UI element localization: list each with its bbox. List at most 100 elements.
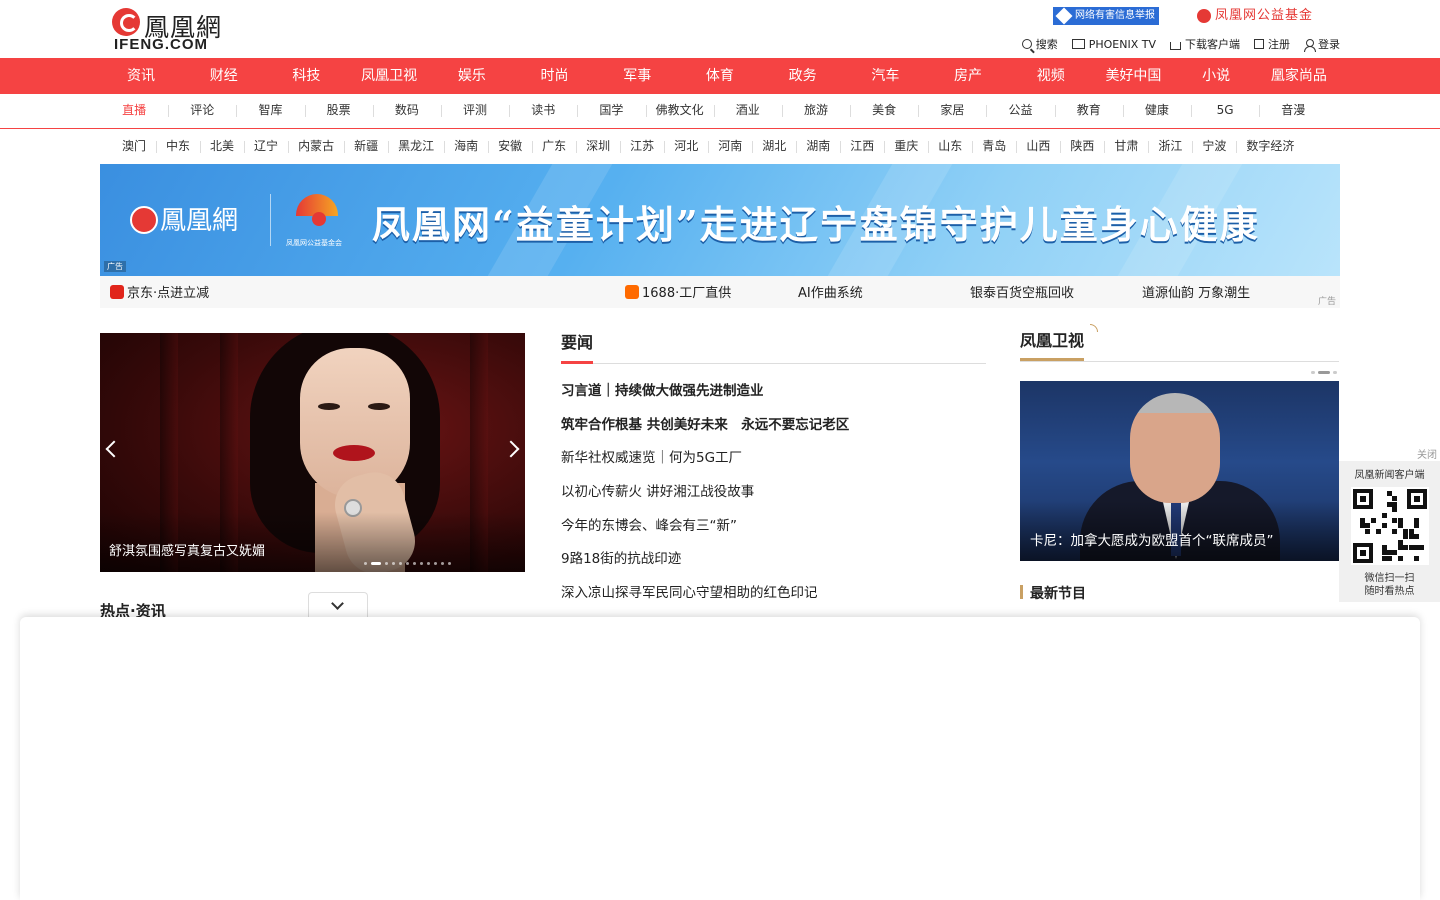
main-nav-item[interactable]: 娱乐 <box>431 58 513 95</box>
region-link[interactable]: 安徽 <box>488 130 532 162</box>
sub-nav-item[interactable]: 健康 <box>1122 94 1191 127</box>
download-client-link[interactable]: 下载客户端 <box>1170 36 1240 52</box>
harmful-info-report-link[interactable]: 网络有害信息举报 <box>1053 7 1159 25</box>
sub-nav-item[interactable]: 教育 <box>1054 94 1123 127</box>
region-link[interactable]: 甘肃 <box>1104 130 1148 162</box>
sub-nav-item[interactable]: 家居 <box>918 94 986 127</box>
headline-item[interactable]: 9路18街的抗战印迹 <box>561 548 986 582</box>
site-logo[interactable]: 鳳凰網 IFENG.COM <box>112 8 242 54</box>
sub-nav-item[interactable]: 旅游 <box>781 94 850 127</box>
slider-dot[interactable] <box>385 562 388 565</box>
headline-item[interactable]: 以初心传薪火 讲好湘江战役故事 <box>561 481 986 515</box>
main-nav-item[interactable]: 美好中国 <box>1092 58 1174 95</box>
region-link[interactable]: 新疆 <box>344 130 388 162</box>
slider-dot[interactable] <box>399 562 402 565</box>
main-nav-item[interactable]: 视频 <box>1010 58 1092 95</box>
headline-item[interactable]: 筑牢合作根基 共创美好未来 永远不要忘记老区 <box>561 414 986 448</box>
slider-dot-active[interactable] <box>371 562 381 565</box>
main-nav-item[interactable]: 凰家尚品 <box>1258 58 1340 95</box>
region-link[interactable]: 陕西 <box>1060 130 1104 162</box>
region-link[interactable]: 北美 <box>200 130 244 162</box>
banner-ad[interactable]: 鳳凰網 凤凰网公益基金会 凤凰网“益童计划”走进辽宁盘锦守护儿童身心健康 广告 <box>100 164 1340 276</box>
headline-item[interactable]: 新华社权威速览｜何为5G工厂 <box>561 447 986 481</box>
sub-nav-item[interactable]: 数码 <box>372 94 441 127</box>
sub-nav-item[interactable]: 音漫 <box>1259 94 1327 127</box>
sub-nav-item[interactable]: 读书 <box>509 94 577 127</box>
main-nav-item[interactable]: 凤凰卫视 <box>348 58 430 95</box>
main-nav-item[interactable]: 政务 <box>762 58 844 95</box>
main-nav-item[interactable]: 小说 <box>1175 58 1257 95</box>
sub-nav-item[interactable]: 佛教文化 <box>645 94 714 127</box>
region-link[interactable]: 江西 <box>840 130 884 162</box>
main-nav-item[interactable]: 资讯 <box>100 58 182 95</box>
slider-dot[interactable] <box>420 562 423 565</box>
main-nav-item[interactable]: 时尚 <box>514 58 596 95</box>
region-link[interactable]: 辽宁 <box>244 130 288 162</box>
sub-nav-item[interactable]: 智库 <box>236 94 304 127</box>
sub-nav-item-live[interactable]: 直播 <box>100 94 168 127</box>
main-nav-item[interactable]: 军事 <box>596 58 678 95</box>
region-link[interactable]: 海南 <box>444 130 488 162</box>
ad-link-1688[interactable]: 1688·工厂直供 <box>625 282 731 301</box>
photo-slider[interactable]: 舒淇氛围感写真复古又妩媚 <box>100 333 525 572</box>
sub-nav-item[interactable]: 股票 <box>304 94 373 127</box>
region-link[interactable]: 中东 <box>156 130 200 162</box>
sub-nav-item[interactable]: 美食 <box>850 94 918 127</box>
register-link[interactable]: 注册 <box>1254 36 1290 52</box>
ad-link-ai-music[interactable]: AI作曲系统 <box>798 282 863 301</box>
sub-nav-item[interactable]: 评论 <box>168 94 236 127</box>
foundation-link[interactable]: 凤凰网公益基金 <box>1197 6 1313 26</box>
login-link[interactable]: 登录 <box>1304 36 1340 52</box>
slider-dot[interactable] <box>434 562 437 565</box>
region-link[interactable]: 湖北 <box>752 130 796 162</box>
ad-link-daoyuan[interactable]: 道源仙韵 万象潮生 <box>1142 282 1250 301</box>
slider-dot[interactable] <box>413 562 416 565</box>
region-link[interactable]: 湖南 <box>796 130 840 162</box>
sub-nav-item[interactable]: 公益 <box>986 94 1054 127</box>
region-link[interactable]: 山西 <box>1016 130 1060 162</box>
region-link[interactable]: 深圳 <box>576 130 620 162</box>
slider-dot[interactable] <box>392 562 395 565</box>
tv-page-dot[interactable] <box>1311 371 1315 374</box>
region-link[interactable]: 重庆 <box>884 130 928 162</box>
main-nav-item[interactable]: 体育 <box>679 58 761 95</box>
region-link[interactable]: 宁波 <box>1192 130 1236 162</box>
region-link[interactable]: 澳门 <box>112 130 156 162</box>
phoenix-tv-link[interactable]: PHOENIX TV <box>1071 36 1156 52</box>
region-link[interactable]: 山东 <box>928 130 972 162</box>
sub-nav-item[interactable]: 酒业 <box>713 94 782 127</box>
drawer-toggle-button[interactable] <box>308 592 368 618</box>
region-link[interactable]: 江苏 <box>620 130 664 162</box>
region-link[interactable]: 河北 <box>664 130 708 162</box>
slider-prev-icon[interactable] <box>105 440 123 458</box>
region-link[interactable]: 青岛 <box>972 130 1016 162</box>
headline-item[interactable]: 今年的东博会、峰会有三“新” <box>561 515 986 549</box>
slider-caption[interactable]: 舒淇氛围感写真复古又妩媚 <box>109 540 265 559</box>
region-link[interactable]: 黑龙江 <box>388 130 444 162</box>
tv-video-caption[interactable]: 卡尼：加拿大愿成为欧盟首个“联席成员” <box>1030 529 1274 549</box>
slider-dot[interactable] <box>406 562 409 565</box>
sub-nav-item[interactable]: 5G <box>1191 94 1259 127</box>
tv-page-dot[interactable] <box>1333 371 1337 374</box>
sub-nav-item[interactable]: 评测 <box>440 94 509 127</box>
region-link[interactable]: 内蒙古 <box>288 130 344 162</box>
slider-dot[interactable] <box>427 562 430 565</box>
headline-item[interactable]: 习言道｜持续做大做强先进制造业 <box>561 380 986 414</box>
slider-dot[interactable] <box>448 562 451 565</box>
headline-item[interactable]: 深入凉山探寻军民同心守望相助的红色印记 <box>561 582 986 616</box>
ad-link-intime[interactable]: 银泰百货空瓶回收 <box>970 282 1074 301</box>
qr-close-button[interactable]: 关闭 <box>1417 446 1437 461</box>
slider-next-icon[interactable] <box>502 440 520 458</box>
main-nav-item[interactable]: 汽车 <box>844 58 926 95</box>
tv-page-dot-active[interactable] <box>1318 371 1330 374</box>
region-link[interactable]: 河南 <box>708 130 752 162</box>
slider-dot[interactable] <box>441 562 444 565</box>
slider-dot[interactable] <box>364 562 367 565</box>
search-link[interactable]: 搜索 <box>1021 36 1058 52</box>
region-link[interactable]: 数字经济 <box>1236 130 1304 162</box>
sub-nav-item[interactable]: 国学 <box>577 94 645 127</box>
main-nav-item[interactable]: 科技 <box>265 58 347 95</box>
region-link[interactable]: 广东 <box>532 130 576 162</box>
main-nav-item[interactable]: 房产 <box>927 58 1009 95</box>
region-link[interactable]: 浙江 <box>1148 130 1192 162</box>
